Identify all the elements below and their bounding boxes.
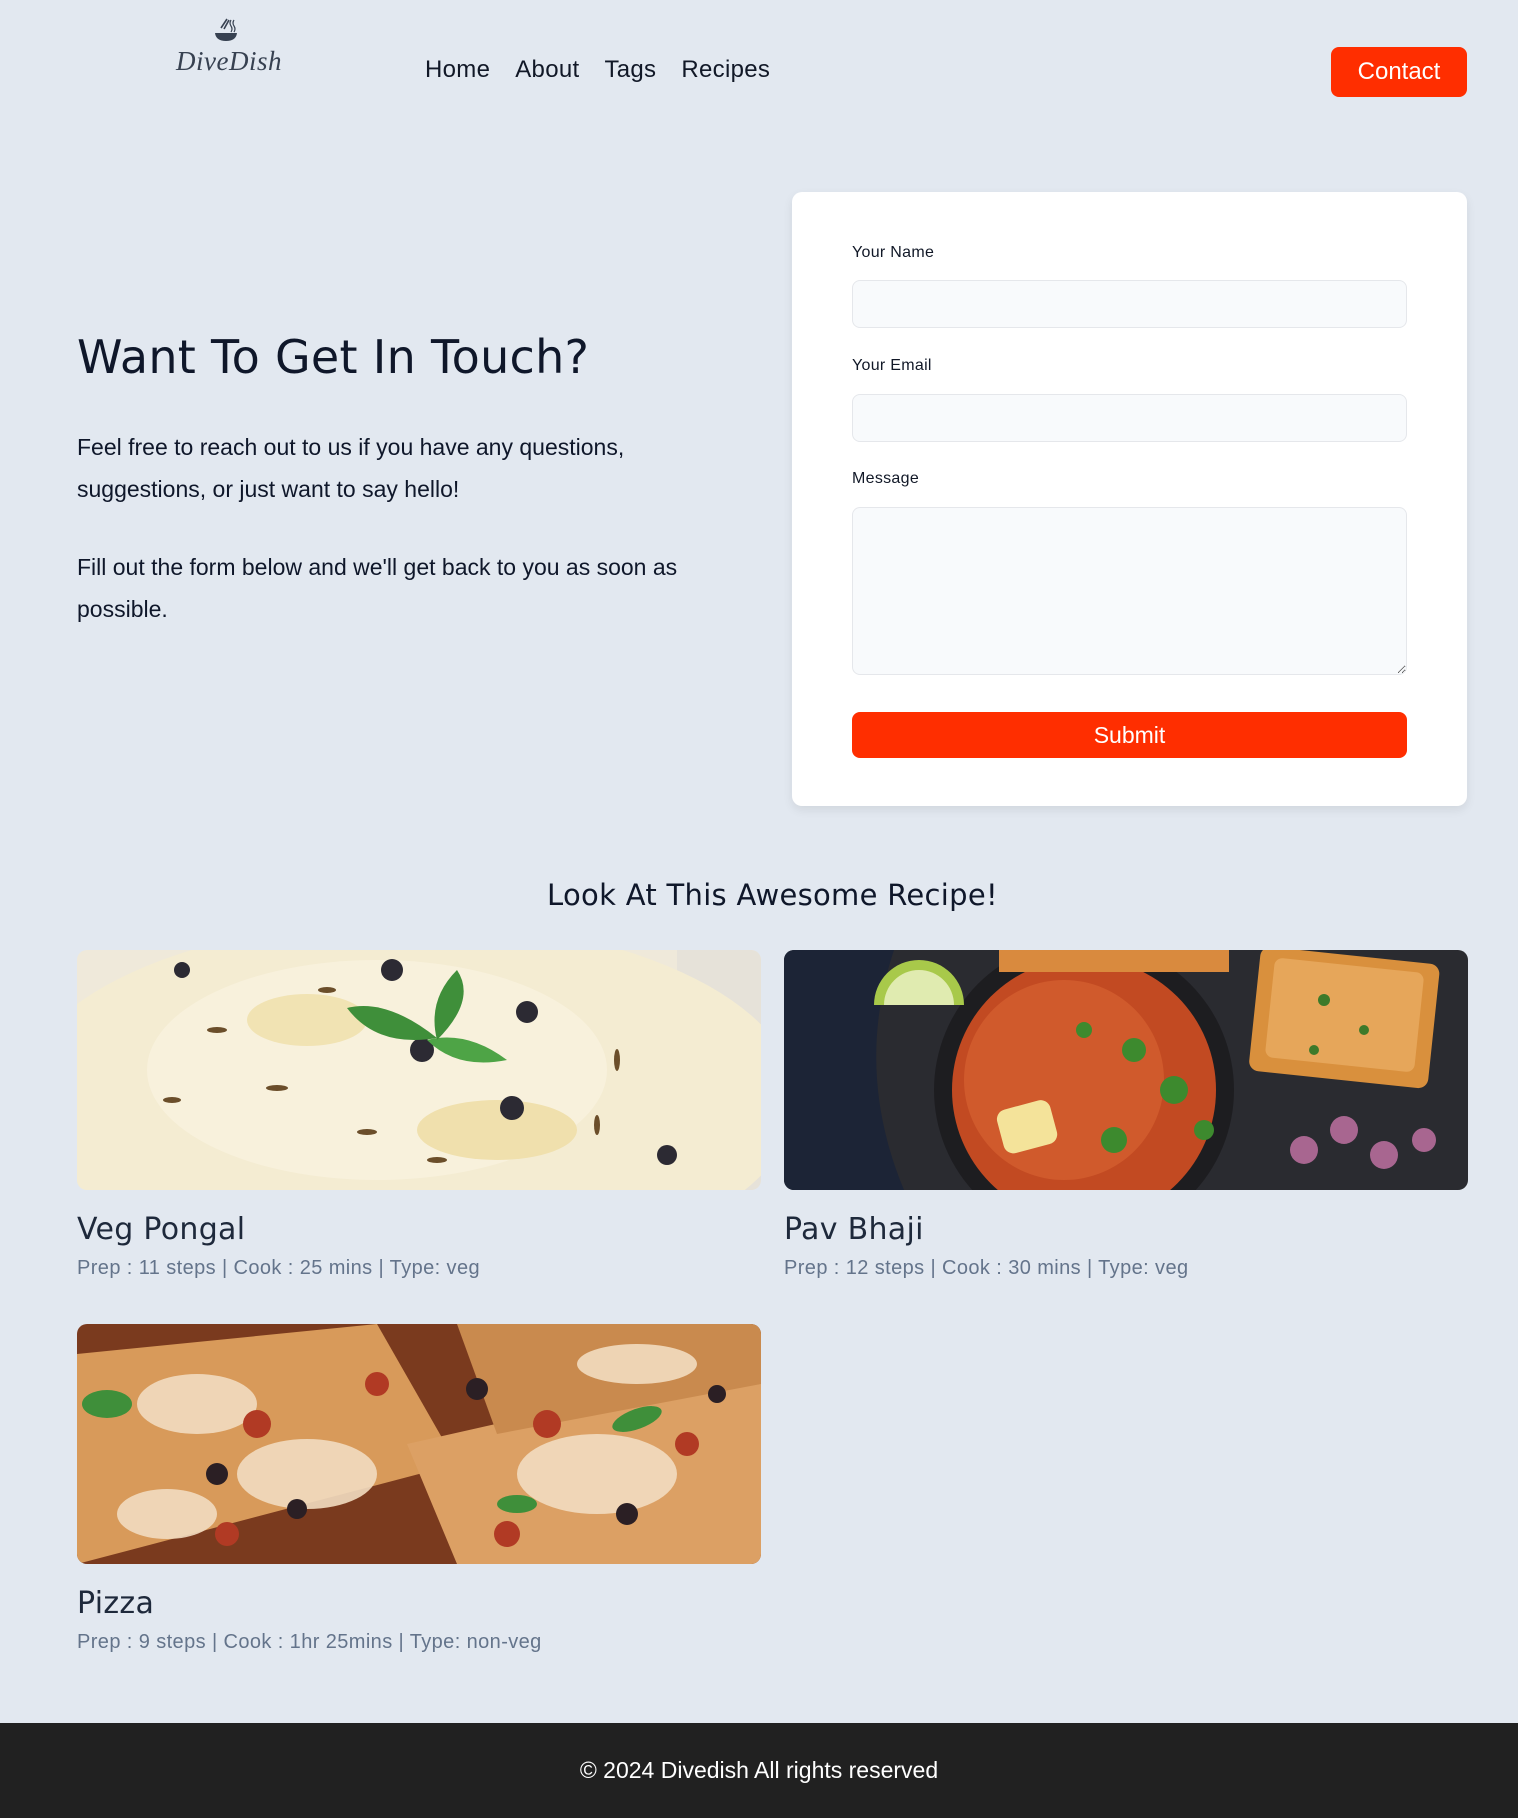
nav-recipes[interactable]: Recipes	[681, 56, 770, 84]
recipe-meta: Prep : 12 steps | Cook : 30 mins | Type:…	[784, 1257, 1189, 1279]
recipe-image-pav-bhaji[interactable]	[784, 950, 1468, 1190]
recipes-heading: Look At This Awesome Recipe!	[547, 878, 998, 912]
recipe-name[interactable]: Veg Pongal	[77, 1212, 761, 1247]
contact-form: Your Name Your Email Message Submit	[792, 192, 1467, 806]
site-header: DiveDish Home About Tags Recipes Contact	[0, 0, 1518, 150]
nav-tags[interactable]: Tags	[604, 56, 656, 84]
recipe-name[interactable]: Pizza	[77, 1586, 761, 1621]
message-label: Message	[852, 470, 920, 487]
name-label: Your Name	[852, 244, 935, 261]
recipe-meta: Prep : 9 steps | Cook : 1hr 25mins | Typ…	[77, 1631, 542, 1653]
intro-paragraph: Feel free to reach out to us if you have…	[77, 434, 625, 502]
recipe-meta: Prep : 11 steps | Cook : 25 mins | Type:…	[77, 1257, 481, 1279]
page-title: Want To Get In Touch?	[77, 330, 590, 384]
email-label: Your Email	[852, 357, 932, 374]
nav-home[interactable]: Home	[425, 56, 490, 84]
submit-button[interactable]: Submit	[852, 712, 1407, 758]
recipe-image-veg-pongal[interactable]	[77, 950, 761, 1190]
nav-about[interactable]: About	[515, 56, 579, 84]
recipe-image-pizza[interactable]	[77, 1324, 761, 1564]
recipe-card-pav-bhaji[interactable]: Pav Bhaji Prep : 12 steps | Cook : 30 mi…	[784, 950, 1468, 1280]
copyright-text: © 2024 Divedish All rights reserved	[579, 1757, 939, 1783]
main-nav: Home About Tags Recipes	[425, 56, 770, 84]
contact-button[interactable]: Contact	[1331, 47, 1467, 97]
recipe-card-pizza[interactable]: Pizza Prep : 9 steps | Cook : 1hr 25mins…	[77, 1324, 761, 1654]
bowl-chopsticks-icon	[215, 18, 237, 41]
message-field[interactable]	[852, 507, 1407, 675]
recipe-card-veg-pongal[interactable]: Veg Pongal Prep : 11 steps | Cook : 25 m…	[77, 950, 761, 1280]
recipe-name[interactable]: Pav Bhaji	[784, 1212, 1468, 1247]
name-field[interactable]	[852, 280, 1407, 328]
site-footer: © 2024 Divedish All rights reserved	[0, 1723, 1518, 1818]
email-field[interactable]	[852, 394, 1407, 442]
logo-text: DiveDish	[176, 46, 282, 76]
logo[interactable]: DiveDish	[176, 16, 282, 82]
form-instructions: Fill out the form below and we'll get ba…	[77, 554, 678, 622]
